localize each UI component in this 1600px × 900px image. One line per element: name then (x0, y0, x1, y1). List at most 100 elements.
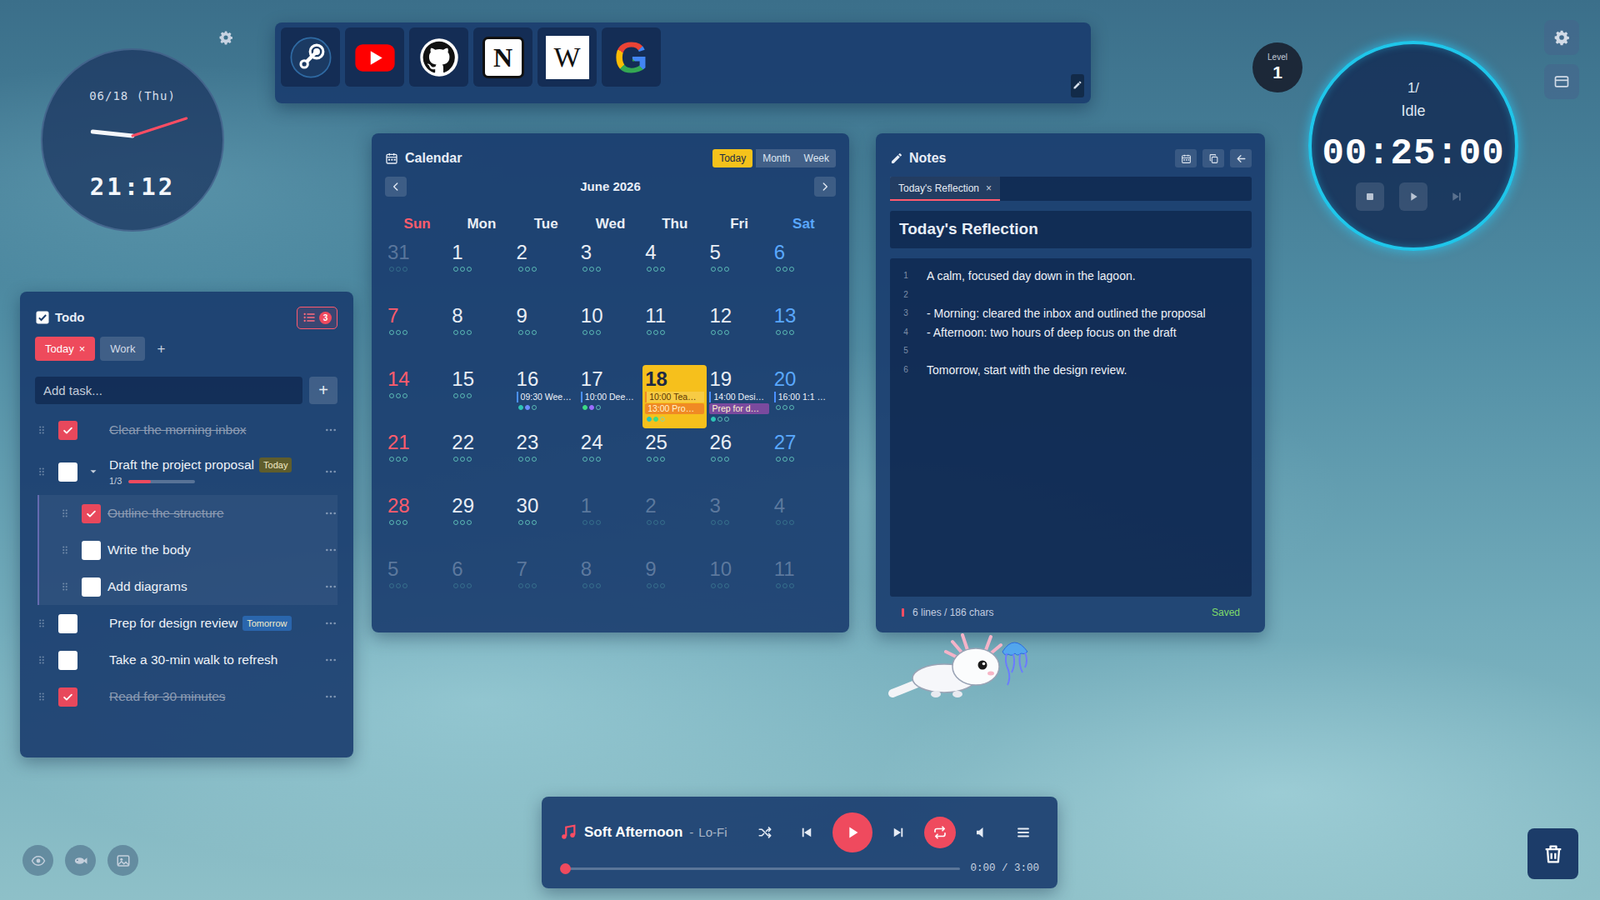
playlist-button[interactable] (1007, 816, 1040, 849)
more-menu-icon[interactable] (324, 543, 338, 557)
launcher-tile[interactable] (409, 27, 469, 87)
add-task-button[interactable]: + (309, 376, 338, 405)
add-task-input[interactable] (35, 376, 303, 405)
image-button[interactable] (107, 845, 139, 876)
copy-button[interactable] (1202, 149, 1225, 168)
list-tab[interactable]: Work (100, 336, 145, 361)
day-cell[interactable]: 1 (578, 491, 643, 555)
day-cell[interactable]: 22 (449, 428, 514, 492)
day-cell[interactable]: 5 (706, 238, 771, 302)
day-cell[interactable]: 8 (449, 301, 514, 365)
day-cell[interactable]: 1710:00 Dee… (578, 365, 643, 429)
day-cell[interactable]: 4 (642, 238, 707, 302)
prev-month-button[interactable] (385, 176, 407, 197)
more-menu-icon[interactable] (324, 653, 338, 667)
drag-handle-icon[interactable] (58, 580, 72, 593)
day-cell[interactable]: 5 (385, 555, 450, 619)
note-tab[interactable]: Today's Reflection× (890, 176, 1000, 201)
launcher-tile[interactable] (280, 27, 340, 87)
launcher-tile[interactable]: W (537, 27, 597, 87)
day-cell[interactable]: 23 (514, 428, 579, 492)
view-button[interactable]: Month (755, 149, 797, 168)
drag-handle-icon[interactable] (35, 617, 49, 630)
task-checkbox[interactable] (81, 540, 101, 560)
task-checkbox[interactable] (81, 504, 101, 524)
stop-button[interactable] (1355, 182, 1385, 211)
prev-button[interactable] (790, 816, 823, 849)
seek-track[interactable] (565, 867, 960, 870)
day-cell[interactable]: 31 (385, 238, 450, 302)
day-cell[interactable]: 10 (578, 301, 643, 365)
play-button[interactable] (832, 812, 873, 853)
add-tab-button[interactable]: + (150, 336, 172, 361)
next-month-button[interactable] (814, 176, 836, 197)
axolotl-pet[interactable] (877, 626, 1036, 710)
day-cell[interactable]: 3 (578, 238, 643, 302)
task-checkbox[interactable] (81, 577, 101, 597)
day-cell[interactable]: 1609:30 Wee… (514, 365, 579, 429)
task-checkbox[interactable] (58, 614, 78, 634)
calendar-event[interactable]: 16:00 1:1 … (774, 391, 834, 403)
drag-handle-icon[interactable] (35, 690, 49, 703)
fish-button[interactable] (65, 845, 96, 876)
next-button[interactable] (882, 816, 915, 849)
note-heading[interactable]: Today's Reflection (890, 210, 1252, 249)
eye-button[interactable] (22, 845, 54, 876)
day-cell[interactable]: 11 (642, 301, 707, 365)
day-cell[interactable]: 28 (385, 491, 450, 555)
shuffle-button[interactable] (749, 816, 781, 849)
day-cell[interactable]: 21 (385, 428, 450, 492)
day-cell[interactable]: 7 (514, 555, 579, 619)
day-cell[interactable]: 6 (449, 555, 514, 619)
launcher-tile[interactable]: G (601, 27, 661, 87)
day-cell[interactable]: 1 (449, 238, 514, 302)
view-button[interactable]: Today (712, 149, 753, 168)
day-cell[interactable]: 8 (578, 555, 643, 619)
drag-handle-icon[interactable] (58, 507, 72, 520)
day-cell[interactable]: 1810:00 Tea…13:00 Pro… (642, 365, 707, 429)
launcher-tile[interactable] (345, 27, 405, 87)
calendar-event[interactable]: 09:30 Wee… (516, 391, 576, 403)
more-menu-icon[interactable] (324, 506, 338, 520)
day-cell[interactable]: 7 (385, 301, 450, 365)
seek-knob[interactable] (560, 863, 571, 875)
day-cell[interactable]: 27 (771, 428, 836, 492)
day-cell[interactable]: 9 (642, 555, 707, 619)
day-cell[interactable]: 14 (385, 365, 450, 429)
day-cell[interactable]: 3 (706, 491, 771, 555)
more-menu-icon[interactable] (324, 690, 338, 704)
edit-launcher-button[interactable] (1070, 74, 1085, 98)
list-tab[interactable]: Today× (35, 336, 95, 361)
day-cell[interactable]: 11 (771, 555, 836, 619)
task-checkbox[interactable] (58, 650, 78, 670)
launcher-tile[interactable]: N (473, 27, 533, 87)
filter-button[interactable]: 3 (296, 306, 338, 330)
day-cell[interactable]: 6 (771, 238, 836, 302)
more-menu-icon[interactable] (324, 616, 338, 630)
task-checkbox[interactable] (58, 462, 78, 482)
note-editor[interactable]: 1A calm, focused day down in the lagoon.… (890, 258, 1252, 597)
drag-handle-icon[interactable] (35, 424, 49, 436)
drag-handle-icon[interactable] (35, 654, 49, 666)
view-button[interactable]: Week (797, 149, 836, 168)
more-menu-icon[interactable] (324, 465, 338, 479)
calendar-event[interactable]: Prep for d… (709, 403, 769, 415)
caret-down-icon[interactable] (87, 465, 100, 478)
date-note-button[interactable] (1175, 149, 1197, 168)
day-cell[interactable]: 30 (514, 491, 579, 555)
day-cell[interactable]: 13 (771, 301, 836, 365)
day-cell[interactable]: 4 (771, 491, 836, 555)
calendar-event[interactable]: 13:00 Pro… (645, 403, 705, 415)
day-cell[interactable]: 24 (578, 428, 643, 492)
day-cell[interactable]: 29 (449, 491, 514, 555)
close-tab-button[interactable]: × (79, 340, 86, 358)
calendar-event[interactable]: 10:00 Dee… (580, 391, 640, 403)
day-cell[interactable]: 2 (514, 238, 579, 302)
day-cell[interactable]: 15 (449, 365, 514, 429)
back-button[interactable] (1230, 149, 1252, 168)
day-cell[interactable]: 12 (706, 301, 771, 365)
day-cell[interactable]: 2 (642, 491, 707, 555)
play-button[interactable] (1399, 182, 1428, 211)
day-cell[interactable]: 26 (706, 428, 771, 492)
trash-button[interactable] (1527, 828, 1579, 880)
